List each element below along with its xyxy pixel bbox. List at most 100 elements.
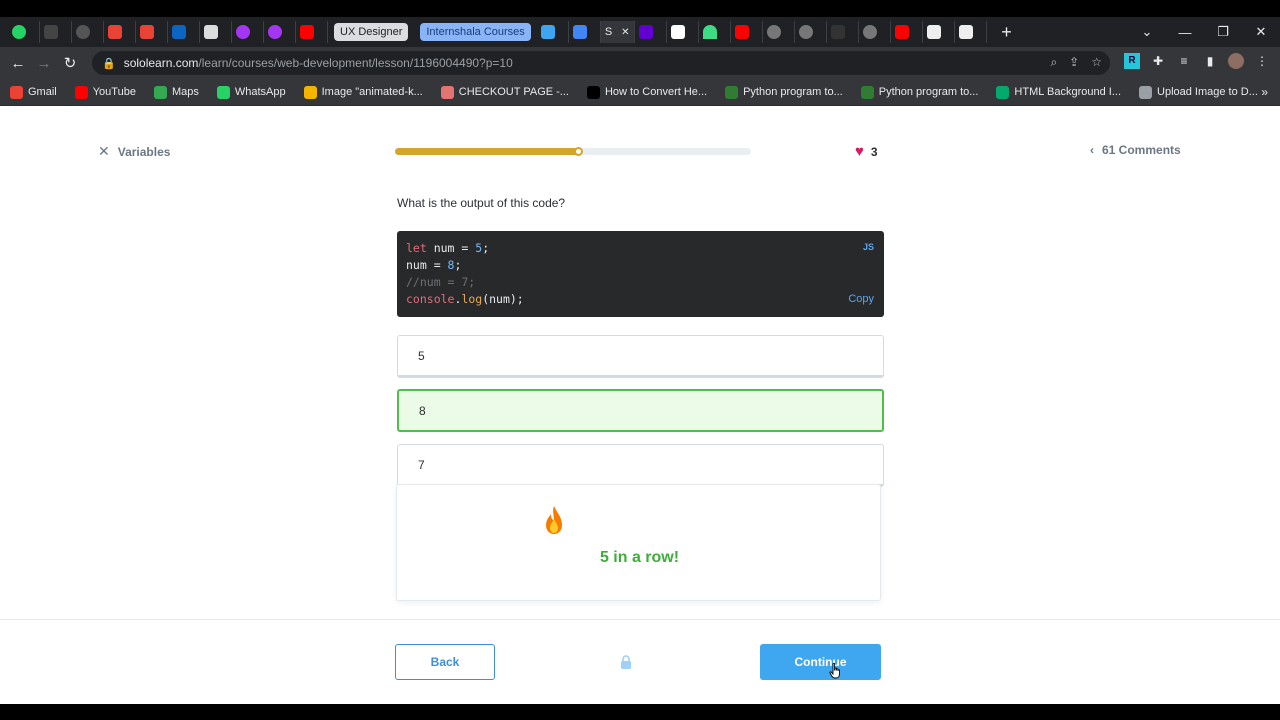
tab-youtube-2[interactable] [731, 21, 763, 43]
share-icon[interactable]: ⇪ [1069, 55, 1079, 70]
tab-dark[interactable] [827, 21, 859, 43]
tab-gmail-1[interactable] [104, 21, 136, 43]
tab-sololearn-active[interactable]: S ✕ [600, 21, 635, 43]
back-button[interactable]: Back [395, 644, 495, 680]
tab-github[interactable] [72, 21, 104, 43]
reading-list-icon[interactable]: ≡ [1176, 53, 1192, 69]
gmail-icon [140, 25, 154, 39]
lock-icon[interactable]: 🔒 [102, 57, 116, 70]
copy-code-button[interactable]: Copy [848, 291, 874, 308]
github-icon [76, 25, 90, 39]
code-keyword: let [406, 241, 427, 255]
tab-doc[interactable] [200, 21, 232, 43]
heart-icon: ♥ [855, 143, 864, 160]
tab-send[interactable] [569, 21, 601, 43]
bookmark-3[interactable]: Maps [153, 85, 199, 99]
r-extension-icon[interactable]: R [1124, 53, 1140, 69]
bookmark-label: Gmail [28, 86, 57, 98]
lesson-title: Variables [117, 144, 171, 159]
bookmark-10[interactable]: HTML Background I... [996, 85, 1122, 99]
bookmark-7[interactable]: How to Convert He... [586, 85, 707, 99]
reload-icon[interactable]: ↻ [57, 54, 83, 72]
whatsapp-icon [12, 25, 26, 39]
bookmarks-overflow-icon[interactable]: » [1261, 85, 1268, 99]
bookmark-6[interactable]: CHECKOUT PAGE -... [440, 85, 569, 99]
bookmark-8[interactable]: Python program to... [725, 85, 843, 99]
page-icon [958, 25, 973, 39]
back-arrow-icon[interactable]: ← [5, 55, 31, 72]
bottom-black-strip [0, 704, 1280, 720]
tab-globe-3[interactable] [859, 21, 891, 43]
forward-arrow-icon[interactable]: → [31, 55, 57, 72]
alpha-icon [586, 85, 600, 99]
tab-android[interactable] [699, 21, 731, 43]
bookmark-star-icon[interactable]: ☆ [1091, 55, 1102, 70]
bookmark-5[interactable]: Image "animated-k... [303, 85, 423, 99]
progress-knob [574, 147, 584, 156]
arrow-icon [540, 25, 555, 39]
comments-label: 61 Comments [1102, 143, 1181, 157]
tab-linkedin[interactable] [168, 21, 200, 43]
menu-kebab-icon[interactable]: ⋮ [1254, 53, 1270, 69]
url-path: /learn/courses/web-development/lesson/11… [198, 56, 513, 70]
puzzle-extensions-icon[interactable]: ✚ [1150, 53, 1166, 69]
bookmark-label: Maps [171, 86, 199, 98]
continue-button[interactable]: Continue [760, 644, 881, 680]
youtube-icon [894, 25, 909, 39]
bookmark-2[interactable]: YouTube [74, 85, 136, 99]
new-tab-plus-icon[interactable]: + [995, 22, 1019, 43]
answer-option-3[interactable]: 7 [397, 444, 884, 487]
bookmark-11[interactable]: Upload Image to D... [1139, 85, 1258, 99]
tab-udemy-1[interactable] [232, 21, 264, 43]
streak-text: 5 in a row! [599, 549, 680, 566]
omnibox-actions: ⌕ ⇪ ☆ [1050, 55, 1102, 70]
tab-globe-1[interactable] [763, 21, 795, 43]
tab-iu[interactable] [40, 21, 72, 43]
tab-yahoo[interactable] [635, 21, 667, 43]
sololearn-icon: S [604, 26, 613, 38]
app-icon [830, 25, 845, 39]
minimize-icon[interactable]: — [1166, 25, 1204, 40]
tab-youtube-3[interactable] [891, 21, 923, 43]
tab-udemy-2[interactable] [264, 21, 296, 43]
tab-page-2[interactable] [955, 21, 987, 43]
code-line-2: num = 8; [406, 257, 875, 274]
bookmark-4[interactable]: WhatsApp [216, 85, 286, 99]
bookmark-1[interactable]: Gmail [10, 85, 57, 99]
tab-globe-2[interactable] [795, 21, 827, 43]
exit-lesson-button[interactable]: ✕ Variables [98, 143, 170, 160]
answer-option-1[interactable]: 5 [397, 335, 884, 378]
answer-option-2-selected[interactable]: 8 [397, 389, 884, 432]
tab-close-icon[interactable]: ✕ [621, 27, 629, 38]
side-panel-icon[interactable]: ▮ [1202, 53, 1218, 69]
tab-search-chevron-icon[interactable]: ⌄ [1128, 24, 1166, 40]
tab-page-1[interactable] [923, 21, 955, 43]
address-bar[interactable]: 🔒 sololearn.com/learn/courses/web-develo… [92, 51, 1110, 75]
code-function: log [461, 292, 483, 306]
browser-tab-bar: UX Designer Internshala Courses S ✕ + ⌄ —… [0, 17, 1280, 47]
bookmark-label: Python program to... [878, 86, 979, 98]
tab-d[interactable] [667, 21, 699, 43]
bookmark-label: HTML Background I... [1014, 86, 1122, 98]
bookmark-9[interactable]: Python program to... [860, 85, 979, 99]
profile-avatar[interactable] [1228, 53, 1244, 69]
hearts-count: 3 [870, 144, 878, 159]
tab-whatsapp[interactable] [8, 21, 40, 43]
tab-group-internshala[interactable]: Internshala Courses [420, 23, 531, 41]
comments-button[interactable]: ‹ 61 Comments [1090, 143, 1181, 157]
restore-icon[interactable]: ❐ [1204, 24, 1242, 40]
chevron-left-icon: ‹ [1090, 143, 1094, 157]
close-icon: ✕ [98, 143, 110, 159]
hand-cursor-icon [829, 663, 840, 679]
zoom-icon[interactable]: ⌕ [1050, 55, 1057, 70]
python-icon [725, 85, 739, 99]
tab-youtube[interactable] [296, 21, 328, 43]
tab-vscode[interactable] [537, 21, 569, 43]
progress-fill [395, 147, 584, 156]
close-window-icon[interactable]: ✕ [1242, 24, 1280, 40]
tab-group-ux-designer[interactable]: UX Designer [334, 23, 409, 41]
bookmark-label: CHECKOUT PAGE -... [458, 86, 569, 98]
code-line-4: console.log(num); [406, 291, 875, 308]
document-icon [204, 25, 218, 39]
tab-gmail-2[interactable] [136, 21, 168, 43]
